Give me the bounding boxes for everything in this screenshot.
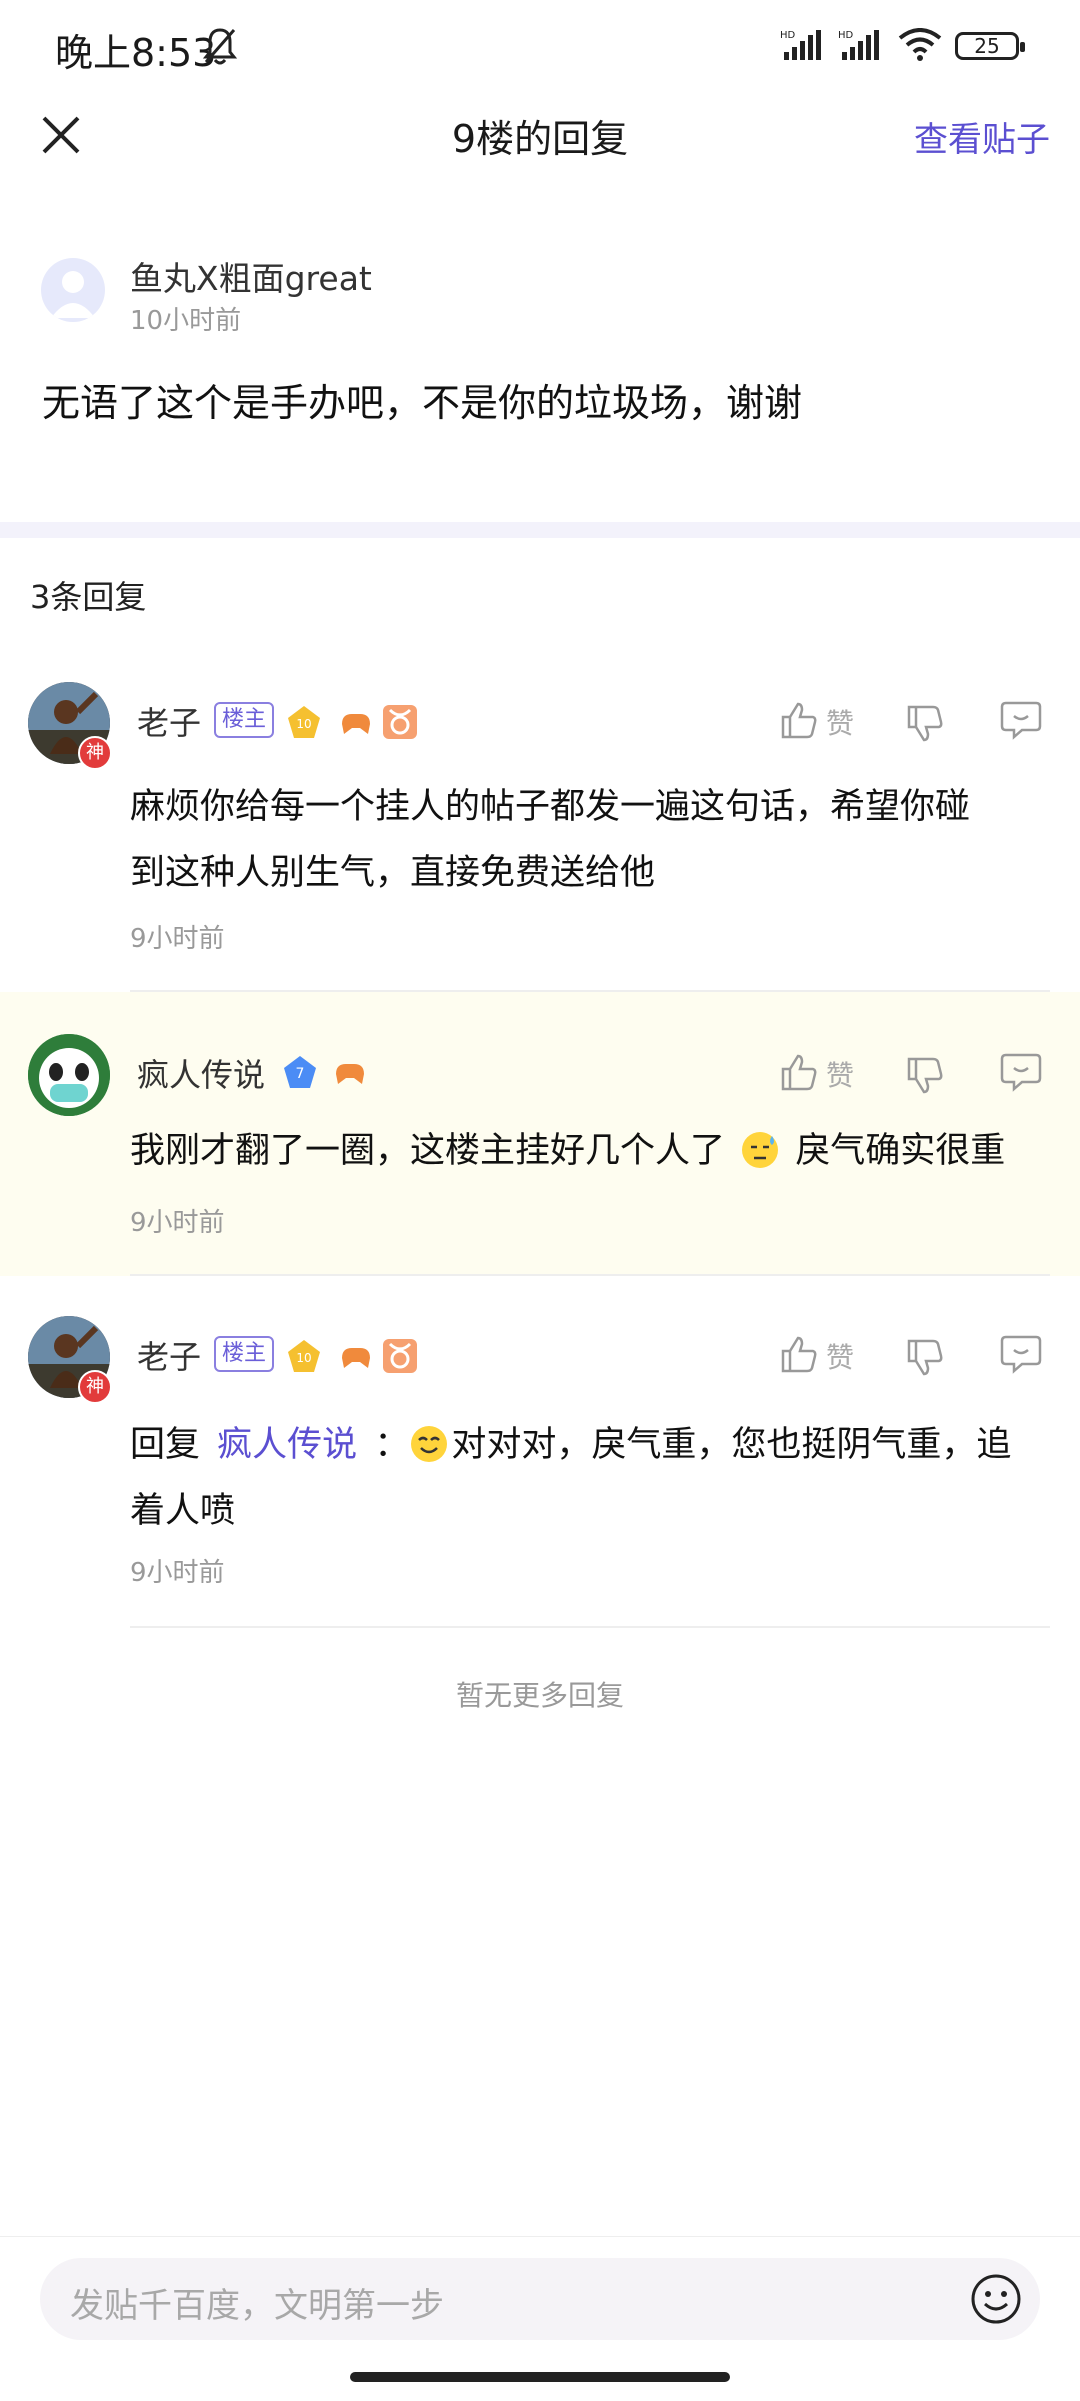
reply-text-part: 戾气确实很重	[795, 1131, 1006, 1171]
game-badge-icon	[342, 714, 370, 734]
comment-icon[interactable]	[1000, 1334, 1042, 1374]
svg-text:HD: HD	[838, 30, 854, 41]
reply-text-part: 我刚才翻了一圈，这楼主挂好几个人了	[130, 1131, 726, 1171]
user-title-badge: 神	[78, 736, 112, 770]
comment-icon[interactable]	[1000, 1052, 1042, 1092]
avatar[interactable]	[28, 1034, 110, 1116]
thumbs-down-icon[interactable]	[906, 1056, 944, 1096]
user-title-badge: 神	[78, 1370, 112, 1404]
game-badge-icon	[336, 1064, 364, 1084]
thumbs-up-icon[interactable]	[780, 1052, 818, 1092]
post-time: 10小时前	[130, 306, 242, 336]
avatar[interactable]	[41, 258, 105, 322]
level-badge-icon: 10	[288, 1340, 320, 1372]
reply-text-line: 到这种人别生气，直接免费送给他	[130, 853, 656, 893]
zodiac-badge-icon	[383, 1339, 417, 1373]
battery-indicator: 25	[955, 32, 1025, 60]
muted-bell-icon	[202, 28, 238, 65]
thumbs-down-icon[interactable]	[906, 704, 944, 744]
wifi-icon	[898, 28, 942, 61]
reply-input-placeholder[interactable]: 发贴千百度，文明第一步	[70, 2278, 444, 2327]
reply-item: 疯人传说 7 赞 我刚才翻了一圈，这楼主挂好几个人了 戾气确实很重 9小时前	[0, 992, 1080, 1276]
reply-prefix: 回复	[130, 1425, 201, 1465]
level-number: 7	[296, 1066, 305, 1082]
svg-text:HD: HD	[780, 30, 796, 41]
reply-colon: ：	[374, 1425, 410, 1465]
thumbs-up-icon[interactable]	[780, 1334, 818, 1374]
hd-signal-icon: HD	[780, 30, 821, 60]
post-content: 无语了这个是手办吧，不是你的垃圾场，谢谢	[42, 381, 803, 425]
status-time: 晚上8:53	[55, 31, 217, 75]
section-divider	[0, 522, 1080, 538]
reply-username[interactable]: 老子	[137, 1332, 201, 1378]
comment-icon[interactable]	[1000, 700, 1042, 740]
thumbs-down-icon[interactable]	[906, 1338, 944, 1378]
smile-emoji-icon	[411, 1426, 448, 1462]
reply-text-line: 着人喷	[130, 1491, 236, 1531]
like-label[interactable]: 赞	[826, 1054, 854, 1094]
default-avatar-icon	[51, 271, 95, 318]
reply-text: 我刚才翻了一圈，这楼主挂好几个人了 戾气确实很重	[130, 1126, 1005, 1176]
reply-time: 9小时前	[130, 924, 225, 954]
view-post-link[interactable]: 查看贴子	[914, 112, 1050, 161]
reply-item: 神 老子 楼主 10 赞 麻烦你给每一个挂人的帖子都发一遍这句话，希望你碰 到这…	[0, 660, 1080, 992]
owner-tag: 楼主	[214, 1336, 275, 1372]
reply-time: 9小时前	[130, 1558, 225, 1588]
level-badge-icon: 7	[284, 1056, 316, 1088]
reply-text-part: 对对对，戾气重，您也挺阴气重，追	[451, 1425, 1012, 1465]
level-number: 10	[296, 717, 311, 731]
replies-count: 3条回复	[30, 578, 147, 616]
reply-text-line: 麻烦你给每一个挂人的帖子都发一遍这句话，希望你碰	[130, 787, 971, 827]
sweat-emoji-icon	[742, 1132, 779, 1168]
no-more-replies: 暂无更多回复	[455, 1679, 624, 1712]
reply-time: 9小时前	[130, 1208, 225, 1238]
reply-text: 回复 疯人传说 ： 对对对，戾气重，您也挺阴气重，追	[130, 1412, 1011, 1478]
hd-signal-icon-2: HD	[838, 30, 879, 60]
emoji-icon[interactable]	[970, 2273, 1022, 2325]
home-indicator[interactable]	[350, 2372, 730, 2382]
thumbs-up-icon[interactable]	[780, 700, 818, 740]
level-number: 10	[296, 1351, 311, 1365]
mention-link[interactable]: 疯人传说	[217, 1425, 357, 1465]
reply-username[interactable]: 疯人传说	[137, 1050, 265, 1096]
divider	[130, 1626, 1050, 1628]
game-badge-icon	[342, 1348, 370, 1368]
like-label[interactable]: 赞	[826, 1336, 854, 1376]
post-username[interactable]: 鱼丸X粗面great	[130, 252, 372, 300]
reply-item: 神 老子 楼主 10 赞 回复 疯人传说 ： 对对对，戾气重，您也挺阴气重，追 …	[0, 1276, 1080, 1628]
level-badge-icon: 10	[288, 706, 320, 738]
like-label[interactable]: 赞	[826, 702, 854, 742]
owner-tag: 楼主	[214, 702, 275, 738]
reply-username[interactable]: 老子	[137, 698, 201, 744]
zodiac-badge-icon	[383, 705, 417, 739]
